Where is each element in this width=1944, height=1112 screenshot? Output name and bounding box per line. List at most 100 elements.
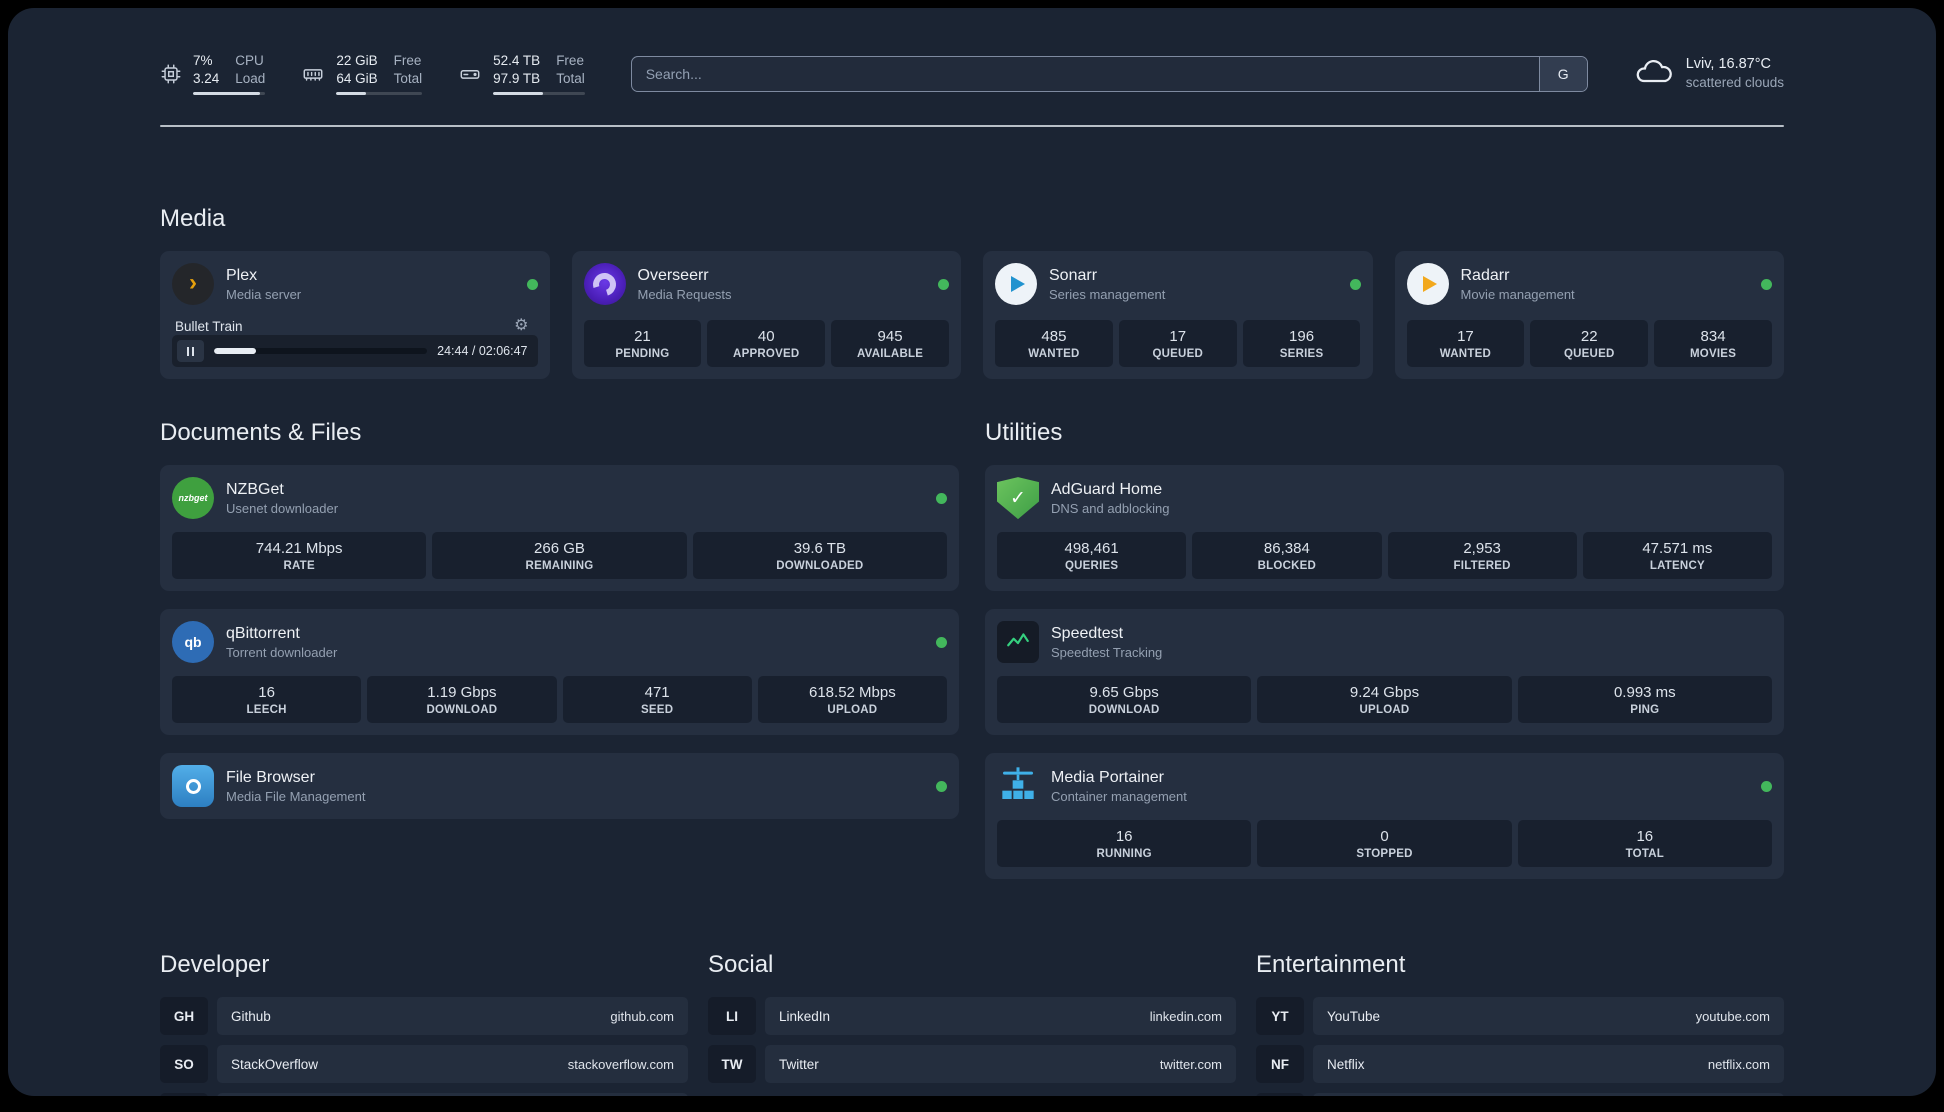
service-name: AdGuard Home (1051, 480, 1163, 498)
dashboard-page: 7% 3.24 CPU Load 22 GiB 64 GiB Free Tota… (8, 8, 1936, 1096)
radarr-icon (1406, 263, 1449, 306)
search-input[interactable] (631, 56, 1539, 91)
bookmark-link-youtube[interactable]: YouTube youtube.com (1313, 997, 1784, 1036)
status-indicator (936, 492, 947, 504)
service-card-portainer[interactable]: Media Portainer Container management 16 … (985, 753, 1784, 880)
service-subtitle: Usenet downloader (226, 500, 339, 516)
stat-box: 498,461 QUERIES (997, 532, 1187, 580)
playback-progress-fill (214, 348, 256, 355)
memory-metric: 22 GiB 64 GiB Free Total (301, 52, 423, 96)
service-name: Plex (226, 266, 258, 284)
service-subtitle: Series management (1049, 286, 1166, 302)
bookmark-row: NF Netflix netflix.com (1256, 1045, 1784, 1084)
stat-box: 945 AVAILABLE (831, 320, 949, 368)
service-card-filebrowser[interactable]: File Browser Media File Management (160, 753, 959, 820)
stat-box: 485 WANTED (995, 320, 1113, 368)
weather-location: Lviv, 16.87°C (1685, 55, 1772, 72)
memory-free-value: 22 GiB (336, 53, 378, 68)
bookmark-row: DT DEV dev.to (160, 1093, 688, 1096)
filebrowser-icon (172, 765, 214, 808)
stat-box: 266 GB REMAINING (432, 532, 687, 580)
stat-box: 834 MOVIES (1654, 320, 1772, 368)
bookmark-link-twitter[interactable]: Twitter twitter.com (765, 1045, 1236, 1084)
service-subtitle: Container management (1051, 788, 1187, 804)
bookmark-link-dev[interactable]: DEV dev.to (217, 1093, 688, 1096)
pause-button[interactable] (177, 340, 204, 363)
stat-box: 40 APPROVED (707, 320, 826, 368)
bookmark-abbr: NF (1256, 1045, 1304, 1084)
stat-box: 2,953 FILTERED (1387, 532, 1577, 580)
disk-total-label: Total (556, 70, 585, 86)
sonarr-icon (995, 263, 1037, 306)
bookmark-abbr: DT (160, 1093, 208, 1096)
service-subtitle: Movie management (1460, 286, 1575, 302)
bookmark-link-github[interactable]: Github github.com (217, 997, 688, 1036)
section-title-social: Social (708, 951, 774, 979)
stat-box: 9.24 Gbps UPLOAD (1257, 676, 1512, 724)
service-card-adguard[interactable]: ✓ AdGuard Home DNS and adblocking 498,46… (985, 465, 1784, 592)
cloud-icon (1634, 56, 1674, 91)
service-card-plex[interactable]: › Plex Media server Bullet Train ⚙ 24:44… (160, 251, 550, 380)
bookmark-link-netflix[interactable]: Netflix netflix.com (1313, 1045, 1784, 1084)
bookmark-abbr: LI (708, 997, 756, 1036)
bookmark-row: LI LinkedIn linkedin.com (708, 997, 1236, 1036)
disk-free-label: Free (556, 53, 584, 68)
service-name: Media Portainer (1051, 768, 1164, 786)
top-bar: 7% 3.24 CPU Load 22 GiB 64 GiB Free Tota… (160, 52, 1784, 96)
service-card-overseerr[interactable]: Overseerr Media Requests 21 PENDING 40 A… (571, 251, 961, 380)
service-card-nzbget[interactable]: nzbget NZBGet Usenet downloader 744.21 M… (160, 465, 959, 592)
service-card-qbittorrent[interactable]: qb qBittorrent Torrent downloader 16 LEE… (160, 609, 959, 736)
stat-box: 22 QUEUED (1530, 320, 1649, 368)
service-card-sonarr[interactable]: Sonarr Series management 485 WANTED 17 Q… (983, 251, 1373, 380)
load-label: Load (235, 70, 266, 86)
status-indicator (936, 780, 947, 792)
bookmark-row: GH Github github.com (160, 997, 688, 1036)
topbar-divider (160, 125, 1784, 128)
stat-box: 744.21 Mbps RATE (172, 532, 427, 580)
status-indicator (1349, 278, 1361, 290)
hard-drive-icon (458, 63, 482, 85)
cpu-bar (193, 92, 266, 96)
service-name: Overseerr (637, 266, 709, 284)
cpu-label: CPU (235, 53, 264, 68)
weather-widget: Lviv, 16.87°C scattered clouds (1634, 55, 1784, 93)
bookmark-link-reddit[interactable]: Reddit reddit.com (1313, 1093, 1784, 1096)
weather-condition: scattered clouds (1685, 75, 1784, 91)
bookmark-abbr: YT (1256, 997, 1304, 1036)
service-name: NZBGet (226, 480, 284, 498)
memory-bar (336, 92, 423, 96)
status-indicator (1761, 780, 1772, 792)
service-card-radarr[interactable]: Radarr Movie management 17 WANTED 22 QUE… (1394, 251, 1784, 380)
stat-box: 17 QUEUED (1118, 320, 1237, 368)
playback-progress[interactable] (214, 348, 428, 355)
service-name: qBittorrent (226, 624, 300, 642)
stat-box: 1.19 Gbps DOWNLOAD (367, 676, 557, 724)
search-provider-button[interactable]: G (1538, 56, 1587, 91)
service-subtitle: Torrent downloader (226, 644, 338, 660)
qbittorrent-icon: qb (172, 621, 214, 664)
service-subtitle: DNS and adblocking (1051, 500, 1170, 516)
disk-bar-fill (493, 92, 543, 96)
stat-box: 196 SERIES (1242, 320, 1361, 368)
status-indicator (1761, 278, 1772, 290)
bookmark-link-stackoverflow[interactable]: StackOverflow stackoverflow.com (217, 1045, 688, 1084)
bookmarks: Developer GH Github github.com SO StackO… (160, 951, 1784, 1096)
stat-box: 16 RUNNING (997, 820, 1252, 868)
status-indicator (526, 278, 538, 290)
search-bar[interactable]: G (630, 55, 1588, 92)
memory-total-label: Total (393, 70, 423, 86)
bookmark-group-social: Social LI LinkedIn linkedin.com TW Twitt… (708, 951, 1236, 1096)
section-title-developer: Developer (160, 951, 270, 979)
stat-box: 16 TOTAL (1517, 820, 1772, 868)
bookmark-abbr: TW (708, 1045, 756, 1084)
bookmark-abbr: SO (160, 1045, 208, 1084)
stat-box: 16 LEECH (172, 676, 362, 724)
service-card-speedtest[interactable]: Speedtest Speedtest Tracking 9.65 Gbps D… (985, 609, 1784, 736)
gear-icon[interactable]: ⚙ (508, 317, 534, 335)
cpu-metric: 7% 3.24 CPU Load (160, 52, 266, 96)
memory-ram-icon (301, 63, 325, 85)
stat-box: 47.571 ms LATENCY (1582, 532, 1772, 580)
speedtest-icon (997, 621, 1039, 664)
bookmark-link-linkedin[interactable]: LinkedIn linkedin.com (765, 997, 1236, 1036)
section-title-media: Media (160, 205, 226, 233)
